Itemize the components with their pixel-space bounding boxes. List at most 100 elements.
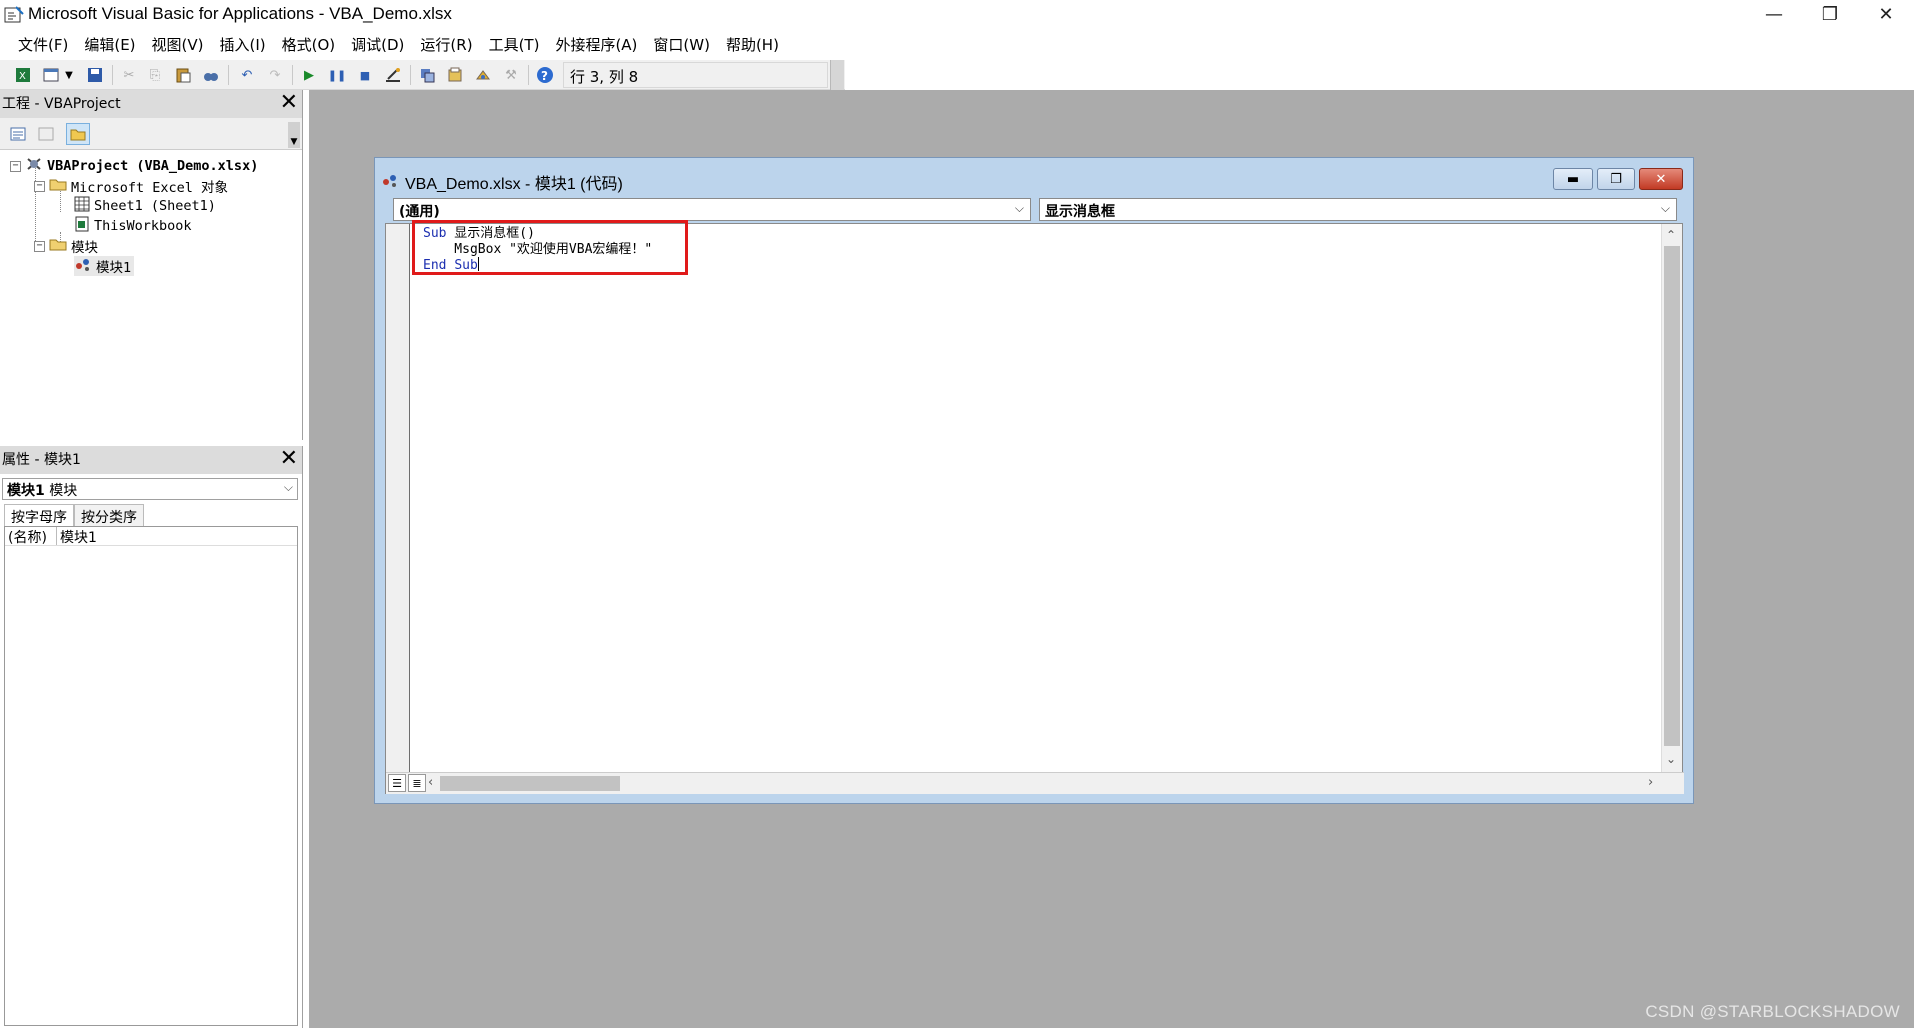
code-editor[interactable]: Sub 显示消息框() MsgBox "欢迎使用VBA宏编程！" End Sub… [385,220,1684,794]
menu-run[interactable]: 运行(R) [412,34,480,55]
scroll-up-icon[interactable]: ⌃ [1666,228,1676,242]
close-icon[interactable]: ✕ [280,92,298,114]
toggle-folders-icon[interactable] [66,123,90,145]
project-pane-header: 工程 - VBAProject ✕ [0,90,302,118]
chevron-down-icon[interactable]: ⌵ [1015,201,1024,216]
view-code-icon[interactable] [6,123,30,145]
menu-bar: 文件(F) 编辑(E) 视图(V) 插入(I) 格式(O) 调试(D) 运行(R… [0,29,1914,60]
menu-tools[interactable]: 工具(T) [481,34,548,55]
cut-icon[interactable]: ✂ [118,65,140,85]
object-type: 模块 [49,483,78,499]
menu-view[interactable]: 视图(V) [144,34,212,55]
excel-icon[interactable]: X [12,65,34,85]
title-bar: Microsoft Visual Basic for Applications … [0,0,1914,29]
reset-icon[interactable]: ■ [354,65,376,85]
code-line-2: MsgBox "欢迎使用VBA宏编程！" [423,241,653,257]
object-selector[interactable]: 模块1 模块 ⌵ [2,478,298,500]
procedure-combo-value: 显示消息框 [1045,204,1115,220]
menu-edit[interactable]: 编辑(E) [76,34,143,55]
tree-item-thisworkbook[interactable]: ThisWorkbook [74,216,192,236]
restore-button[interactable]: ❐ [1802,0,1858,29]
code-margin[interactable] [386,224,410,772]
tab-alphabetic[interactable]: 按字母序 [4,504,74,526]
toolbar-separator [112,65,113,85]
redo-icon[interactable]: ↷ [264,65,286,85]
procedure-combo[interactable]: 显示消息框 ⌵ [1039,198,1677,221]
code-keyword: End [423,258,447,273]
code-text[interactable]: Sub 显示消息框() MsgBox "欢迎使用VBA宏编程！" End Sub [423,226,652,274]
property-value[interactable]: 模块1 [57,527,97,546]
scroll-down-icon[interactable]: ⌄ [1666,752,1676,766]
toolbox-icon[interactable]: ⚒ [500,65,522,85]
minimize-button[interactable]: — [1746,0,1802,29]
close-icon[interactable]: ✕ [280,448,298,470]
insert-userform-icon[interactable] [40,65,62,85]
collapse-icon[interactable]: − [34,180,45,192]
undo-icon[interactable]: ↶ [236,65,258,85]
menu-window[interactable]: 窗口(W) [645,34,718,55]
copy-icon[interactable]: ⎘ [144,65,166,85]
find-icon[interactable] [200,65,222,85]
procedure-view-icon[interactable]: ☰ [388,774,406,792]
code-window: VBA_Demo.xlsx - 模块1 (代码) ▬ ❐ ✕ (通用) ⌵ 显示… [374,157,1694,804]
folder-icon [49,237,67,255]
full-module-view-icon[interactable]: ≣ [408,774,426,792]
chevron-down-icon[interactable]: ⌵ [1661,201,1670,216]
chevron-down-icon[interactable]: ⌵ [284,480,293,495]
property-row[interactable]: (名称) 模块1 [5,527,297,546]
code-window-close-button[interactable]: ✕ [1639,168,1683,190]
collapse-icon[interactable]: − [34,240,45,252]
vertical-scrollbar[interactable]: ⌃ ⌄ [1661,224,1682,772]
scroll-right-icon[interactable]: › [1648,775,1653,790]
workbook-icon [74,216,90,236]
standard-toolbar: X ▼ ✂ ⎘ ↶ ↷ ▶ ❚❚ ■ ⚒ ? 行 3, 列 8 [0,60,845,90]
dropdown-arrow-icon[interactable]: ▼ [62,65,76,85]
menu-file[interactable]: 文件(F) [10,34,76,55]
close-button[interactable]: ✕ [1858,0,1914,29]
property-key: (名称) [5,527,57,546]
object-combo[interactable]: (通用) ⌵ [393,198,1031,221]
project-pane-title: 工程 - VBAProject [2,96,121,112]
horizontal-scrollbar[interactable]: ☰ ≣ ‹ › [386,772,1684,794]
project-explorer-icon[interactable] [416,65,438,85]
break-icon[interactable]: ❚❚ [326,65,348,85]
menu-insert[interactable]: 插入(I) [212,34,274,55]
properties-grid: (名称) 模块1 [4,526,298,1026]
properties-pane: 属性 - 模块1 ✕ 模块1 模块 ⌵ 按字母序 按分类序 (名称) 模块1 [0,446,303,1028]
tree-item-modules[interactable]: − 模块 [34,236,98,256]
tree-item-label: Sheet1 (Sheet1) [94,198,216,214]
view-object-icon[interactable] [34,123,58,145]
collapse-icon[interactable]: − [10,160,21,172]
code-window-restore-button[interactable]: ❐ [1597,168,1635,190]
tree-item-label: 模块 [71,240,98,256]
tree-item-vbaproject[interactable]: − VBAProject (VBA_Demo.xlsx) [10,156,258,176]
paste-icon[interactable] [172,65,194,85]
help-icon[interactable]: ? [534,65,556,85]
scroll-left-icon[interactable]: ‹ [428,775,433,790]
tree-item-module1[interactable]: 模块1 [74,256,135,276]
code-keyword: Sub [423,226,447,241]
design-mode-icon[interactable] [382,65,404,85]
tree-item-excel-objects[interactable]: − Microsoft Excel 对象 [34,176,228,196]
scrollbar-thumb[interactable] [440,776,620,791]
toolbar-overflow-grip[interactable] [830,60,844,90]
menu-help[interactable]: 帮助(H) [718,34,787,55]
save-icon[interactable] [84,65,106,85]
toolbar-separator [528,65,529,85]
pane-scroll-grip[interactable]: ▼ [288,122,300,148]
tree-item-label: 模块1 [96,260,132,276]
code-window-minimize-button[interactable]: ▬ [1553,168,1593,190]
menu-addins[interactable]: 外接程序(A) [547,34,645,55]
vba-app-icon [4,5,24,25]
run-icon[interactable]: ▶ [298,65,320,85]
object-combo-value: (通用) [399,204,440,220]
properties-icon[interactable] [444,65,466,85]
folder-icon [49,177,67,195]
scrollbar-thumb[interactable] [1664,246,1680,746]
tab-categorized[interactable]: 按分类序 [74,504,144,526]
menu-debug[interactable]: 调试(D) [343,34,412,55]
toolbar-separator [292,65,293,85]
object-browser-icon[interactable] [472,65,494,85]
menu-format[interactable]: 格式(O) [274,34,344,55]
tree-item-sheet1[interactable]: Sheet1 (Sheet1) [74,196,216,216]
